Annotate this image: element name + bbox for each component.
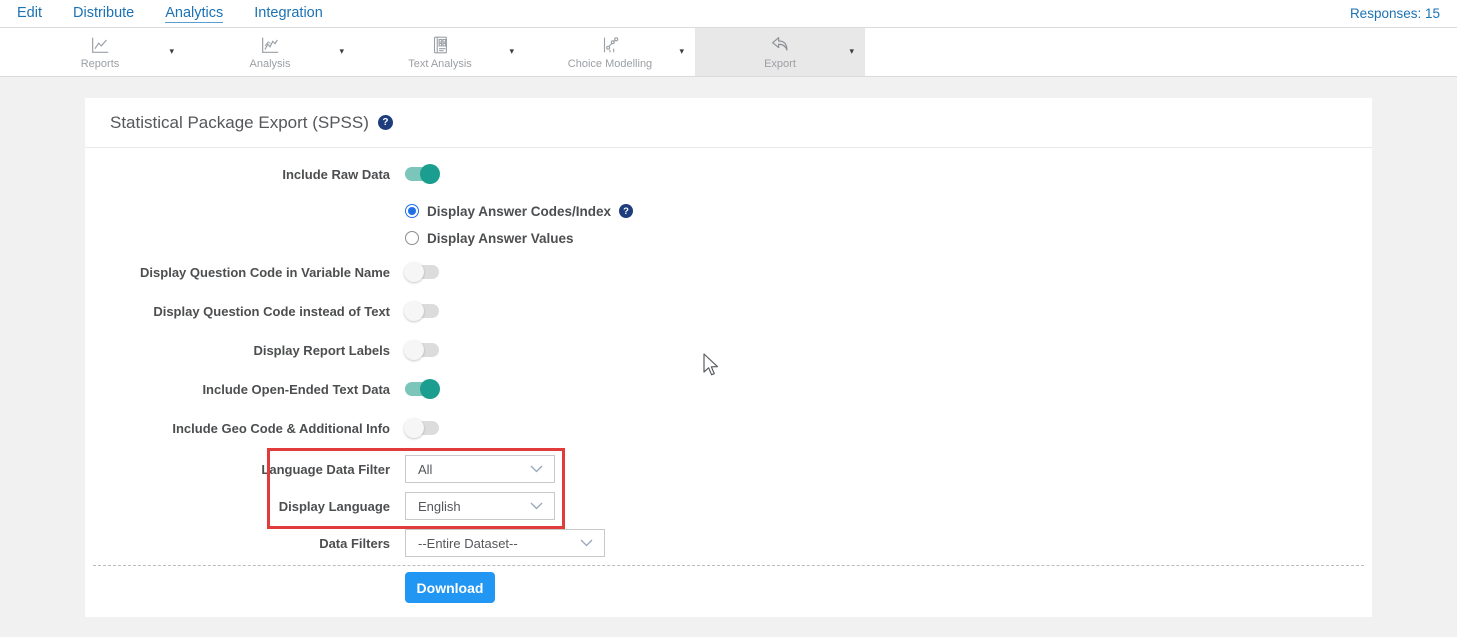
responses-count[interactable]: Responses: 15 — [1350, 6, 1440, 21]
scatter-chart-icon — [599, 34, 621, 56]
toggle-knob — [420, 164, 440, 184]
dashed-divider — [93, 565, 1364, 566]
field-label: Display Question Code instead of Text — [85, 304, 390, 319]
dropdown-value: All — [418, 462, 432, 477]
analytics-toolbar: Reports ▾ Analysis ▾ Text Analysis ▾ — [0, 28, 1457, 77]
dropdown-value: --Entire Dataset-- — [418, 536, 518, 551]
question-code-in-variable-name-toggle[interactable] — [405, 265, 439, 279]
chevron-down-icon — [580, 539, 593, 547]
toggle-knob — [404, 301, 424, 321]
form-row-report-labels: Display Report Labels — [85, 337, 1372, 363]
toolbar-item-label: Export — [764, 58, 796, 70]
nav-item-distribute[interactable]: Distribute — [73, 5, 134, 23]
toggle-knob — [404, 418, 424, 438]
toolbar-item-export[interactable]: Export ▾ — [695, 28, 865, 76]
download-button[interactable]: Download — [405, 572, 495, 603]
toolbar-item-label: Reports — [81, 58, 120, 70]
field-label: Display Report Labels — [85, 343, 390, 358]
toolbar-item-label: Choice Modelling — [568, 58, 652, 70]
form-row-language-data-filter: Language Data Filter All — [85, 455, 1372, 483]
page-title: Statistical Package Export (SPSS) — [110, 113, 369, 133]
dropdown-value: English — [418, 499, 461, 514]
chevron-down-icon[interactable]: ▾ — [509, 46, 514, 57]
field-label: Include Geo Code & Additional Info — [85, 421, 390, 436]
export-arrow-icon — [769, 34, 791, 56]
include-open-ended-text-toggle[interactable] — [405, 382, 439, 396]
nav-items: Edit Distribute Analytics Integration — [17, 5, 323, 23]
radio-row-answer-values: Display Answer Values — [405, 225, 574, 251]
toolbar-item-analysis[interactable]: Analysis ▾ — [185, 28, 355, 76]
top-navigation: Edit Distribute Analytics Integration Re… — [0, 0, 1457, 28]
display-answer-values-radio[interactable] — [405, 231, 419, 245]
display-language-dropdown[interactable]: English — [405, 492, 555, 520]
toggle-knob — [420, 379, 440, 399]
form-row-data-filters: Data Filters --Entire Dataset-- — [85, 529, 1372, 557]
field-label: Data Filters — [85, 536, 390, 551]
display-answer-codes-radio[interactable] — [405, 204, 419, 218]
toggle-knob — [404, 262, 424, 282]
form-row-include-raw-data: Include Raw Data — [85, 161, 1372, 187]
field-label: Display Language — [85, 499, 390, 514]
form-row-open-ended-text: Include Open-Ended Text Data — [85, 376, 1372, 402]
radio-row-answer-codes: Display Answer Codes/Index ? — [405, 198, 633, 224]
field-label: Include Open-Ended Text Data — [85, 382, 390, 397]
question-code-instead-of-text-toggle[interactable] — [405, 304, 439, 318]
spss-export-panel: Statistical Package Export (SPSS) ? Incl… — [85, 98, 1372, 617]
nav-item-analytics[interactable]: Analytics — [165, 5, 223, 23]
toolbar-item-label: Text Analysis — [408, 58, 472, 70]
field-label: Include Raw Data — [85, 167, 390, 182]
chevron-down-icon[interactable]: ▾ — [339, 46, 344, 57]
toolbar-item-label: Analysis — [250, 58, 291, 70]
form-row-geo-code: Include Geo Code & Additional Info — [85, 415, 1372, 441]
document-grid-icon — [429, 34, 451, 56]
radio-label: Display Answer Codes/Index — [427, 204, 611, 219]
display-report-labels-toggle[interactable] — [405, 343, 439, 357]
panel-title-row: Statistical Package Export (SPSS) ? — [85, 98, 1372, 148]
nav-item-edit[interactable]: Edit — [17, 5, 42, 23]
toolbar-item-choice-modelling[interactable]: Choice Modelling ▾ — [525, 28, 695, 76]
chevron-down-icon[interactable]: ▾ — [169, 46, 174, 57]
data-filters-dropdown[interactable]: --Entire Dataset-- — [405, 529, 605, 557]
line-chart-icon — [89, 34, 111, 56]
field-label: Language Data Filter — [85, 462, 390, 477]
help-icon[interactable]: ? — [378, 115, 393, 130]
radio-label: Display Answer Values — [427, 231, 574, 246]
include-raw-data-toggle[interactable] — [405, 167, 439, 181]
chevron-down-icon — [530, 465, 543, 473]
form-row-question-code-instead-of-text: Display Question Code instead of Text — [85, 298, 1372, 324]
chevron-down-icon[interactable]: ▾ — [849, 46, 854, 57]
field-label: Display Question Code in Variable Name — [85, 265, 390, 280]
toggle-knob — [404, 340, 424, 360]
multi-line-chart-icon — [259, 34, 281, 56]
help-icon[interactable]: ? — [619, 204, 633, 218]
form-row-display-language: Display Language English — [85, 492, 1372, 520]
include-geo-code-toggle[interactable] — [405, 421, 439, 435]
chevron-down-icon[interactable]: ▾ — [679, 46, 684, 57]
language-data-filter-dropdown[interactable]: All — [405, 455, 555, 483]
chevron-down-icon — [530, 502, 543, 510]
toolbar-item-text-analysis[interactable]: Text Analysis ▾ — [355, 28, 525, 76]
toolbar-item-reports[interactable]: Reports ▾ — [15, 28, 185, 76]
nav-item-integration[interactable]: Integration — [254, 5, 323, 23]
form-row-question-code-variable-name: Display Question Code in Variable Name — [85, 259, 1372, 285]
